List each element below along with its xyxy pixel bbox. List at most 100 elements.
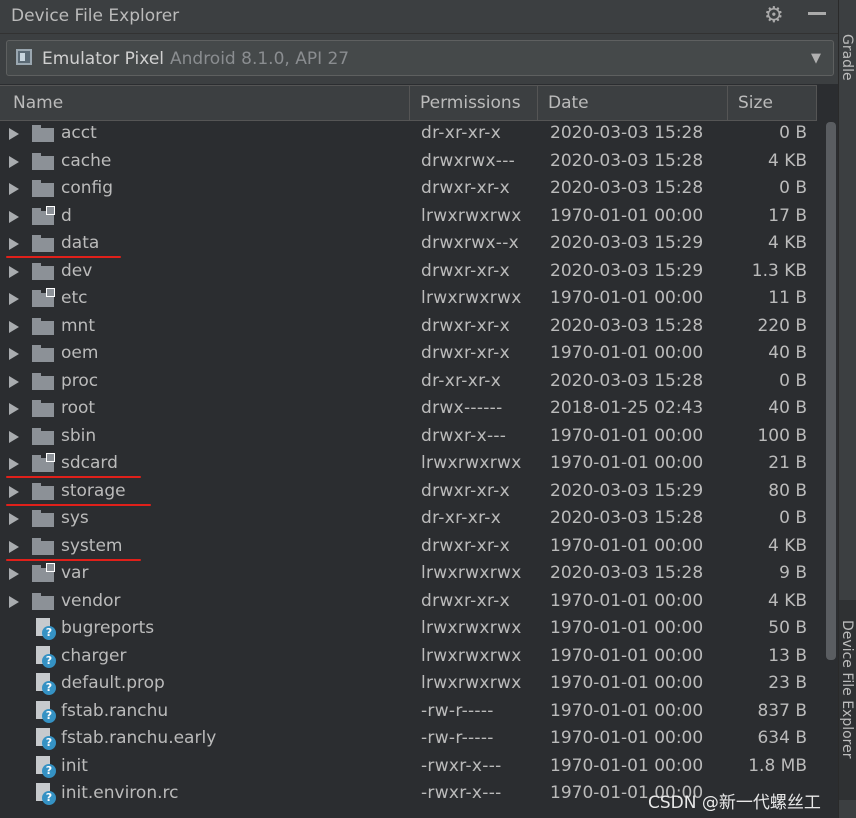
table-row[interactable]: root drwx------ 2018-01-25 02:43 40 B (0, 395, 838, 423)
folder-icon (32, 180, 54, 197)
file-size: 1.3 KB (751, 260, 807, 281)
file-name: default.prop (61, 673, 165, 693)
folder-icon (32, 317, 54, 335)
table-row[interactable]: dev drwxr-xr-x 2020-03-03 15:29 1.3 KB (0, 258, 838, 286)
table-row[interactable]: ? init -rwxr-x--- 1970-01-01 00:00 1.8 MB (0, 753, 838, 781)
file-date: 2018-01-25 02:43 (550, 398, 704, 418)
file-size: 4 KB (767, 535, 807, 556)
folder-icon (32, 537, 54, 555)
file-date: 1970-01-01 00:00 (550, 673, 704, 693)
file-size: 4 KB (767, 590, 807, 611)
table-row[interactable]: config drwxr-xr-x 2020-03-03 15:28 0 B (0, 175, 838, 203)
expand-arrow-icon[interactable] (9, 155, 19, 168)
expand-arrow-icon[interactable] (9, 293, 19, 305)
file-date: 1970-01-01 00:00 (550, 590, 704, 611)
expand-arrow-icon[interactable] (9, 403, 19, 415)
file-name: charger (61, 645, 127, 666)
file-name: sys (61, 508, 89, 528)
expand-arrow-icon[interactable] (9, 183, 19, 195)
file-link-icon: ? (34, 673, 56, 695)
table-row[interactable]: cache drwxrwx--- 2020-03-03 15:28 4 KB (0, 148, 838, 176)
file-permissions: lrwxrwxrwx (421, 645, 522, 666)
device-selector[interactable]: Emulator Pixel Android 8.1.0, API 27 ▼ (6, 40, 834, 76)
file-date: 1970-01-01 00:00 (550, 343, 704, 363)
table-row[interactable]: storage drwxr-xr-x 2020-03-03 15:29 80 B (0, 478, 838, 506)
device-file-explorer-tool-tab[interactable]: Device File Explorer (839, 620, 855, 759)
column-header-permissions[interactable]: Permissions (410, 86, 538, 120)
table-row[interactable]: ? bugreports lrwxrwxrwx 1970-01-01 00:00 50 … (0, 615, 838, 643)
column-header-name[interactable]: Name (3, 86, 410, 120)
file-name: sbin (61, 425, 97, 446)
file-size: 837 B (757, 700, 807, 721)
file-date: 2020-03-03 15:28 (550, 563, 704, 583)
file-size: 4 KB (767, 233, 807, 253)
table-row[interactable]: data drwxrwx--x 2020-03-03 15:29 4 KB (0, 230, 838, 258)
expand-arrow-icon[interactable] (9, 210, 19, 223)
expand-arrow-icon[interactable] (9, 375, 19, 388)
file-name: init.environ.rc (61, 783, 179, 803)
file-permissions: -rw-r----- (421, 728, 494, 748)
table-row[interactable]: ? fstab.ranchu.early -rw-r----- 1970-01-01 … (0, 725, 838, 753)
file-permissions: dr-xr-xr-x (421, 123, 502, 143)
table-row[interactable]: vendor drwxr-xr-x 1970-01-01 00:00 4 KB (0, 588, 838, 616)
expand-arrow-icon[interactable] (9, 458, 19, 470)
file-size: 13 B (768, 645, 807, 666)
table-row[interactable]: mnt drwxr-xr-x 2020-03-03 15:28 220 B (0, 313, 838, 341)
expand-arrow-icon[interactable] (9, 128, 19, 140)
gradle-tool-tab[interactable]: Gradle (839, 34, 855, 81)
table-row[interactable]: sys dr-xr-xr-x 2020-03-03 15:28 0 B (0, 505, 838, 533)
table-row[interactable]: proc dr-xr-xr-x 2020-03-03 15:28 0 B (0, 368, 838, 396)
folder-icon (32, 125, 54, 142)
table-row[interactable]: ? fstab.ranchu -rw-r----- 1970-01-01 00:00 8… (0, 698, 838, 726)
folder-link-icon (32, 205, 55, 225)
table-row[interactable]: sdcard lrwxrwxrwx 1970-01-01 00:00 21 B (0, 450, 838, 478)
file-permissions: drwxr-xr-x (421, 178, 510, 198)
file-date: 2020-03-03 15:28 (550, 178, 704, 198)
file-size: 634 B (757, 728, 807, 748)
file-permissions: drwxr-xr-x (421, 535, 510, 556)
vertical-scrollbar[interactable] (826, 122, 836, 660)
file-date: 2020-03-03 15:28 (550, 150, 704, 171)
gear-icon[interactable]: ⚙ (764, 3, 784, 28)
file-size: 0 B (779, 508, 807, 528)
expand-arrow-icon[interactable] (9, 595, 19, 608)
file-permissions: drwxrwx--- (421, 150, 516, 171)
file-permissions: lrwxrwxrwx (421, 618, 522, 638)
minimize-icon[interactable] (808, 12, 826, 15)
table-row[interactable]: oem drwxr-xr-x 1970-01-01 00:00 40 B (0, 340, 838, 368)
tool-window-header: Device File Explorer ⚙ (0, 0, 838, 34)
expand-arrow-icon[interactable] (9, 513, 19, 525)
file-name: fstab.ranchu (61, 700, 169, 721)
file-name: config (61, 178, 114, 198)
file-permissions: drwxr-xr-x (421, 343, 510, 363)
expand-arrow-icon[interactable] (9, 265, 19, 278)
table-row[interactable]: acct dr-xr-xr-x 2020-03-03 15:28 0 B (0, 120, 838, 148)
table-row[interactable]: ? default.prop lrwxrwxrwx 1970-01-01 00:00 2… (0, 670, 838, 698)
table-row[interactable]: etc lrwxrwxrwx 1970-01-01 00:00 11 B (0, 285, 838, 313)
expand-arrow-icon[interactable] (9, 430, 19, 443)
file-size: 4 KB (767, 150, 807, 171)
column-header-size[interactable]: Size (728, 86, 817, 120)
file-name: cache (61, 150, 112, 171)
expand-arrow-icon[interactable] (9, 540, 19, 553)
file-date: 1970-01-01 00:00 (550, 618, 704, 638)
file-date: 1970-01-01 00:00 (550, 728, 704, 748)
table-row[interactable]: var lrwxrwxrwx 2020-03-03 15:28 9 B (0, 560, 838, 588)
table-row[interactable]: d lrwxrwxrwx 1970-01-01 00:00 17 B (0, 203, 838, 231)
table-row[interactable]: sbin drwxr-x--- 1970-01-01 00:00 100 B (0, 423, 838, 451)
column-header-date[interactable]: Date (538, 86, 728, 120)
file-link-icon: ? (34, 645, 56, 668)
folder-icon (32, 482, 54, 500)
chevron-down-icon: ▼ (811, 51, 821, 66)
expand-arrow-icon[interactable] (9, 238, 19, 250)
expand-arrow-icon[interactable] (9, 485, 19, 498)
expand-arrow-icon[interactable] (9, 320, 19, 333)
expand-arrow-icon[interactable] (9, 568, 19, 580)
file-name: data (61, 233, 100, 253)
table-row[interactable]: system drwxr-xr-x 1970-01-01 00:00 4 KB (0, 533, 838, 561)
file-name: sdcard (61, 453, 118, 473)
file-name: storage (61, 480, 126, 501)
expand-arrow-icon[interactable] (9, 348, 19, 360)
table-row[interactable]: ? charger lrwxrwxrwx 1970-01-01 00:00 13 B (0, 643, 838, 671)
file-permissions: lrwxrwxrwx (421, 673, 522, 693)
